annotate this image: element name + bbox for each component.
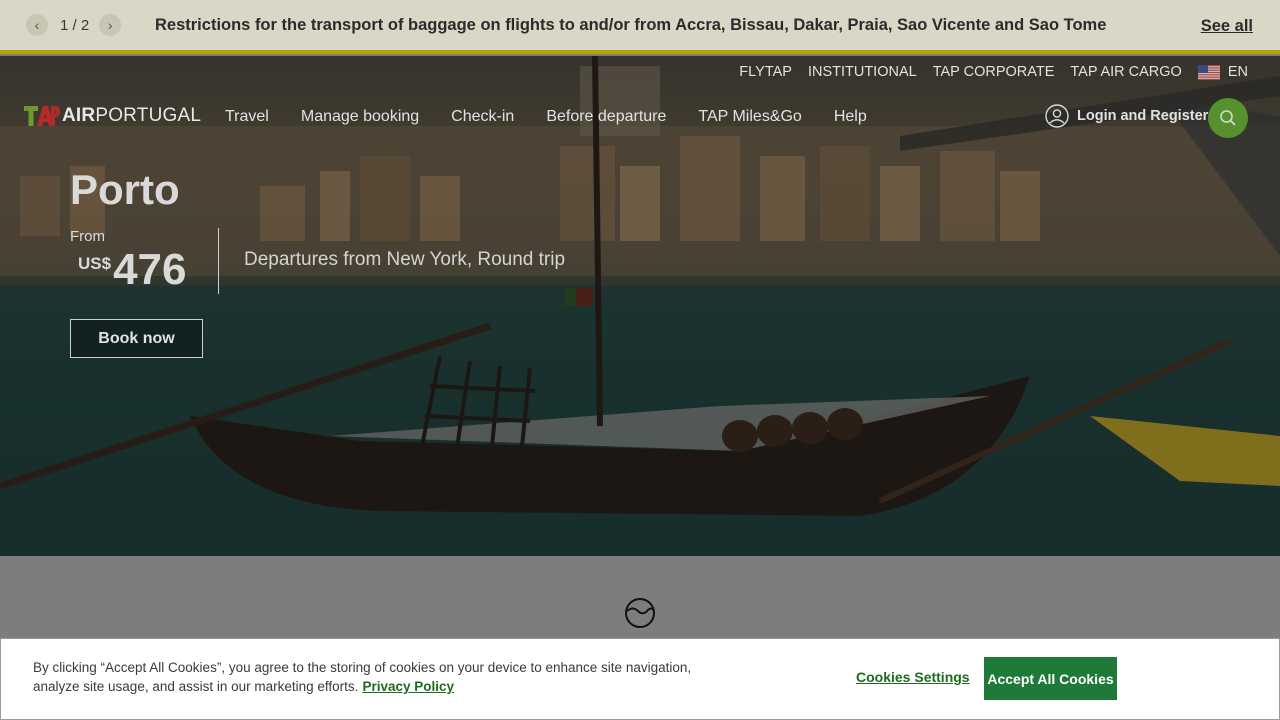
utility-nav: FLYTAP INSTITUTIONAL TAP CORPORATE TAP A…	[739, 64, 1248, 80]
hero-section: FLYTAP INSTITUTIONAL TAP CORPORATE TAP A…	[0, 56, 1280, 556]
nav-tap-miles-go[interactable]: TAP Miles&Go	[698, 108, 801, 126]
cookies-settings-button[interactable]: Cookies Settings	[856, 669, 970, 685]
flytap-link[interactable]: FLYTAP	[739, 64, 792, 80]
pager-count: 1 / 2	[60, 16, 90, 34]
price-currency: US$	[78, 254, 112, 273]
alert-banner: ‹ 1 / 2 › Restrictions for the transport…	[0, 0, 1280, 54]
tap-logo[interactable]: AIRPORTUGAL	[24, 104, 201, 128]
from-label: From	[70, 228, 105, 245]
logo-portugal: PORTUGAL	[95, 105, 202, 126]
logo-air: AIR	[62, 105, 96, 126]
logo-wordmark: AIRPORTUGAL	[62, 105, 201, 127]
tap-logo-icon	[24, 106, 60, 126]
cookie-banner: By clicking “Accept All Cookies”, you ag…	[0, 638, 1280, 720]
search-icon	[1220, 110, 1236, 126]
fare-price: US$ 476	[78, 248, 187, 292]
main-nav: Travel Manage booking Check-in Before de…	[225, 108, 867, 126]
alert-pager: ‹ 1 / 2 ›	[26, 14, 130, 36]
tap-corporate-link[interactable]: TAP CORPORATE	[933, 64, 1055, 80]
alert-message[interactable]: Restrictions for the transport of baggag…	[155, 16, 1106, 35]
tap-air-cargo-link[interactable]: TAP AIR CARGO	[1070, 64, 1181, 80]
login-label: Login and Register	[1077, 108, 1209, 124]
hero-overlay	[0, 56, 1280, 556]
globe-icon	[625, 598, 655, 628]
us-flag-icon	[1197, 64, 1220, 80]
chevron-right-icon[interactable]: ›	[99, 14, 122, 36]
nav-check-in[interactable]: Check-in	[451, 108, 514, 126]
price-amount: 476	[113, 245, 187, 294]
institutional-link[interactable]: INSTITUTIONAL	[808, 64, 917, 80]
accept-all-cookies-button[interactable]: Accept All Cookies	[984, 657, 1117, 700]
search-button[interactable]	[1208, 98, 1248, 138]
nav-before-departure[interactable]: Before departure	[546, 108, 666, 126]
language-label: EN	[1227, 64, 1248, 80]
see-all-link[interactable]: See all	[1201, 17, 1253, 36]
user-icon	[1045, 104, 1069, 128]
nav-manage-booking[interactable]: Manage booking	[301, 108, 419, 126]
language-selector[interactable]: EN	[1197, 64, 1248, 80]
login-register-button[interactable]: Login and Register	[1045, 104, 1208, 128]
cookie-text: By clicking “Accept All Cookies”, you ag…	[33, 658, 713, 696]
destination-title: Porto	[70, 166, 180, 213]
book-now-button[interactable]: Book now	[70, 319, 203, 358]
chevron-left-icon[interactable]: ‹	[26, 14, 48, 36]
price-divider	[218, 228, 219, 294]
nav-travel[interactable]: Travel	[225, 108, 269, 126]
nav-help[interactable]: Help	[834, 108, 867, 126]
privacy-policy-link[interactable]: Privacy Policy	[362, 679, 454, 694]
trip-description: Departures from New York, Round trip	[244, 249, 566, 270]
